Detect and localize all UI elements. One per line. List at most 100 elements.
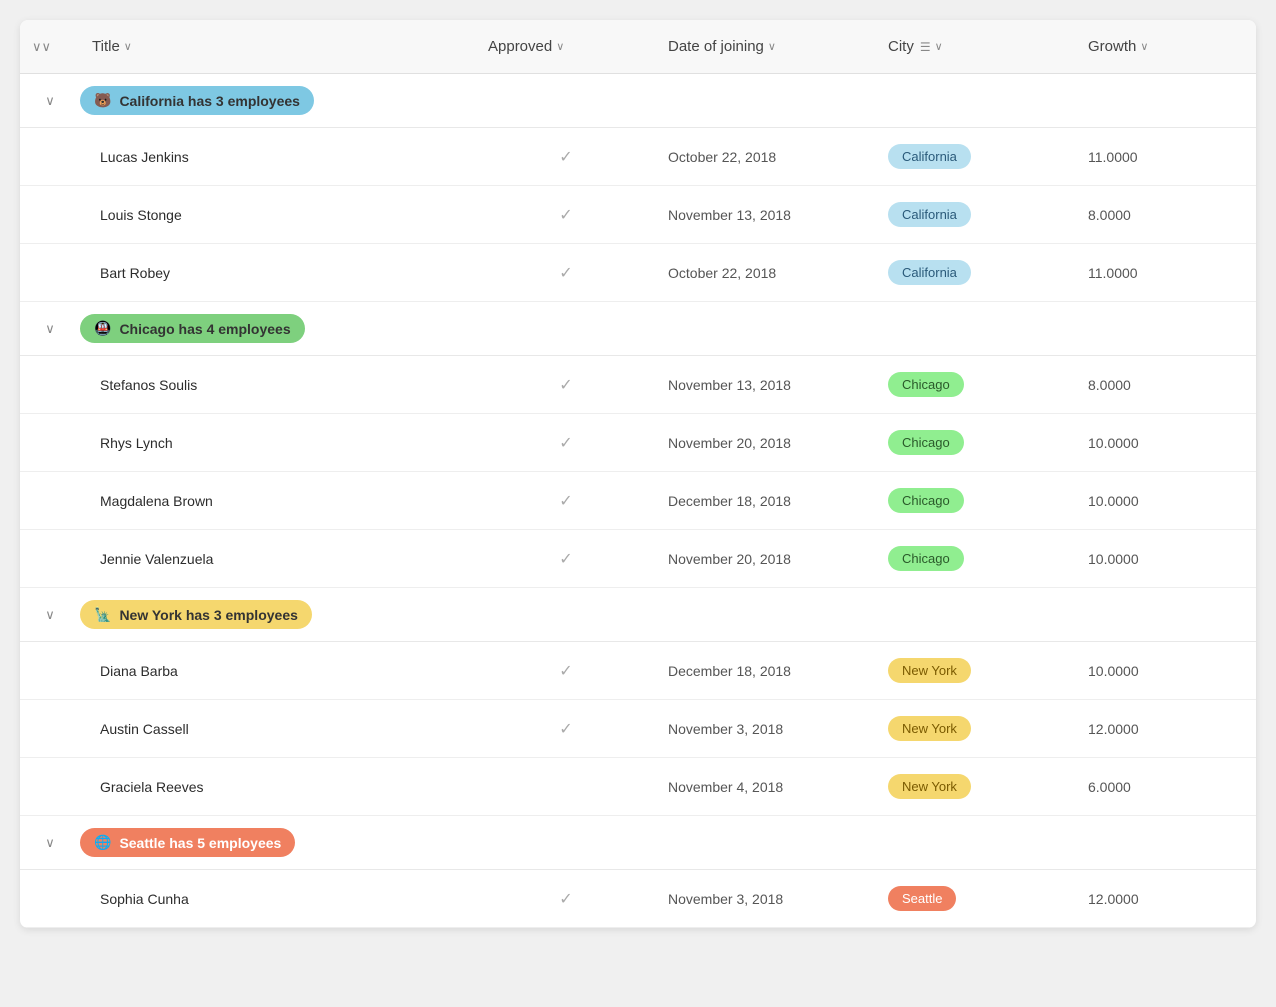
- row-expand-cell: [20, 715, 80, 743]
- growth-sort-icon: ∨: [1140, 40, 1148, 53]
- growth-cell: 8.0000: [1076, 363, 1256, 407]
- employee-name: Sophia Cunha: [80, 877, 476, 921]
- group-toggle-new-york[interactable]: ∨: [20, 607, 80, 623]
- group-text-california: California has 3 employees: [119, 93, 300, 109]
- approved-cell: ✓: [476, 361, 656, 409]
- header-title-label: Title: [92, 38, 120, 55]
- city-cell: New York: [876, 702, 1076, 755]
- employee-name: Bart Robey: [80, 251, 476, 295]
- header-city-label: City: [888, 38, 914, 55]
- date-cell: November 20, 2018: [656, 421, 876, 465]
- approved-cell: ✓: [476, 705, 656, 753]
- approved-cell: ✓: [476, 477, 656, 525]
- group-badge-california[interactable]: 🐻 California has 3 employees: [80, 86, 314, 115]
- row-expand-cell: [20, 371, 80, 399]
- header-growth-label: Growth: [1088, 38, 1136, 55]
- group-toggle-california[interactable]: ∨: [20, 93, 80, 109]
- group-label-chicago: 🚇 Chicago has 4 employees: [80, 314, 1256, 343]
- date-cell: November 13, 2018: [656, 193, 876, 237]
- group-flag-chicago: 🚇: [94, 320, 111, 337]
- date-sort-icon: ∨: [768, 40, 776, 53]
- expand-all-icon: ∨: [32, 39, 51, 55]
- employee-name: Austin Cassell: [80, 707, 476, 751]
- check-icon: ✓: [559, 433, 572, 453]
- header-expand[interactable]: ∨: [20, 20, 80, 73]
- table-body: ∨🐻 California has 3 employeesLucas Jenki…: [20, 74, 1256, 928]
- table-row: Louis Stonge✓November 13, 2018California…: [20, 186, 1256, 244]
- row-expand-cell: [20, 201, 80, 229]
- city-sort-icon: ∨: [935, 40, 943, 53]
- growth-cell: 10.0000: [1076, 649, 1256, 693]
- date-cell: December 18, 2018: [656, 479, 876, 523]
- city-cell: Chicago: [876, 358, 1076, 411]
- group-badge-chicago[interactable]: 🚇 Chicago has 4 employees: [80, 314, 305, 343]
- check-icon: ✓: [559, 375, 572, 395]
- table-row: Bart Robey✓October 22, 2018California11.…: [20, 244, 1256, 302]
- approved-cell: ✓: [476, 191, 656, 239]
- group-toggle-chicago[interactable]: ∨: [20, 321, 80, 337]
- employee-name: Jennie Valenzuela: [80, 537, 476, 581]
- city-badge: California: [888, 202, 971, 227]
- date-cell: October 22, 2018: [656, 251, 876, 295]
- city-filter-icon: ☰: [920, 40, 931, 54]
- table-row: Lucas Jenkins✓October 22, 2018California…: [20, 128, 1256, 186]
- growth-cell: 10.0000: [1076, 537, 1256, 581]
- approved-cell: ✓: [476, 535, 656, 583]
- row-expand-cell: [20, 259, 80, 287]
- city-cell: Chicago: [876, 474, 1076, 527]
- approved-cell: [476, 773, 656, 801]
- group-toggle-seattle[interactable]: ∨: [20, 835, 80, 851]
- city-badge: Seattle: [888, 886, 956, 911]
- chevron-icon: ∨: [45, 835, 55, 851]
- employee-name: Lucas Jenkins: [80, 135, 476, 179]
- approved-cell: ✓: [476, 133, 656, 181]
- group-badge-new-york[interactable]: 🗽 New York has 3 employees: [80, 600, 312, 629]
- group-label-seattle: 🌐 Seattle has 5 employees: [80, 828, 1256, 857]
- date-cell: November 4, 2018: [656, 765, 876, 809]
- city-cell: Chicago: [876, 416, 1076, 469]
- city-badge: Chicago: [888, 372, 964, 397]
- city-cell: California: [876, 188, 1076, 241]
- group-row-chicago: ∨ 🚇 Chicago has 4 employees: [20, 302, 1256, 356]
- city-badge: Chicago: [888, 488, 964, 513]
- date-cell: November 20, 2018: [656, 537, 876, 581]
- header-approved[interactable]: Approved ∨: [476, 20, 656, 73]
- city-badge: California: [888, 144, 971, 169]
- city-badge: New York: [888, 658, 971, 683]
- city-cell: New York: [876, 644, 1076, 697]
- header-growth[interactable]: Growth ∨: [1076, 20, 1256, 73]
- check-icon: ✓: [559, 205, 572, 225]
- city-cell: California: [876, 130, 1076, 183]
- check-icon: ✓: [559, 147, 572, 167]
- chevron-icon: ∨: [45, 321, 55, 337]
- group-row-new-york: ∨🗽 New York has 3 employees: [20, 588, 1256, 642]
- city-cell: Chicago: [876, 532, 1076, 585]
- row-expand-cell: [20, 885, 80, 913]
- header-date[interactable]: Date of joining ∨: [656, 20, 876, 73]
- city-cell: Seattle: [876, 872, 1076, 925]
- header-title[interactable]: Title ∨: [80, 20, 476, 73]
- employee-name: Diana Barba: [80, 649, 476, 693]
- row-expand-cell: [20, 657, 80, 685]
- row-expand-cell: [20, 429, 80, 457]
- header-date-label: Date of joining: [668, 38, 764, 55]
- check-icon: ✓: [559, 889, 572, 909]
- header-city[interactable]: City ☰ ∨: [876, 20, 1076, 73]
- group-badge-seattle[interactable]: 🌐 Seattle has 5 employees: [80, 828, 295, 857]
- employee-name: Stefanos Soulis: [80, 363, 476, 407]
- check-icon: ✓: [559, 661, 572, 681]
- row-expand-cell: [20, 773, 80, 801]
- date-cell: December 18, 2018: [656, 649, 876, 693]
- approved-sort-icon: ∨: [556, 40, 564, 53]
- employee-name: Magdalena Brown: [80, 479, 476, 523]
- table-row: Rhys Lynch✓November 20, 2018Chicago10.00…: [20, 414, 1256, 472]
- group-text-new-york: New York has 3 employees: [119, 607, 297, 623]
- date-cell: November 3, 2018: [656, 707, 876, 751]
- group-flag-new-york: 🗽: [94, 606, 111, 623]
- group-text-seattle: Seattle has 5 employees: [119, 835, 281, 851]
- growth-cell: 11.0000: [1076, 135, 1256, 179]
- employee-name: Graciela Reeves: [80, 765, 476, 809]
- group-row-california: ∨🐻 California has 3 employees: [20, 74, 1256, 128]
- header-approved-label: Approved: [488, 38, 552, 55]
- table-row: Austin Cassell✓November 3, 2018New York1…: [20, 700, 1256, 758]
